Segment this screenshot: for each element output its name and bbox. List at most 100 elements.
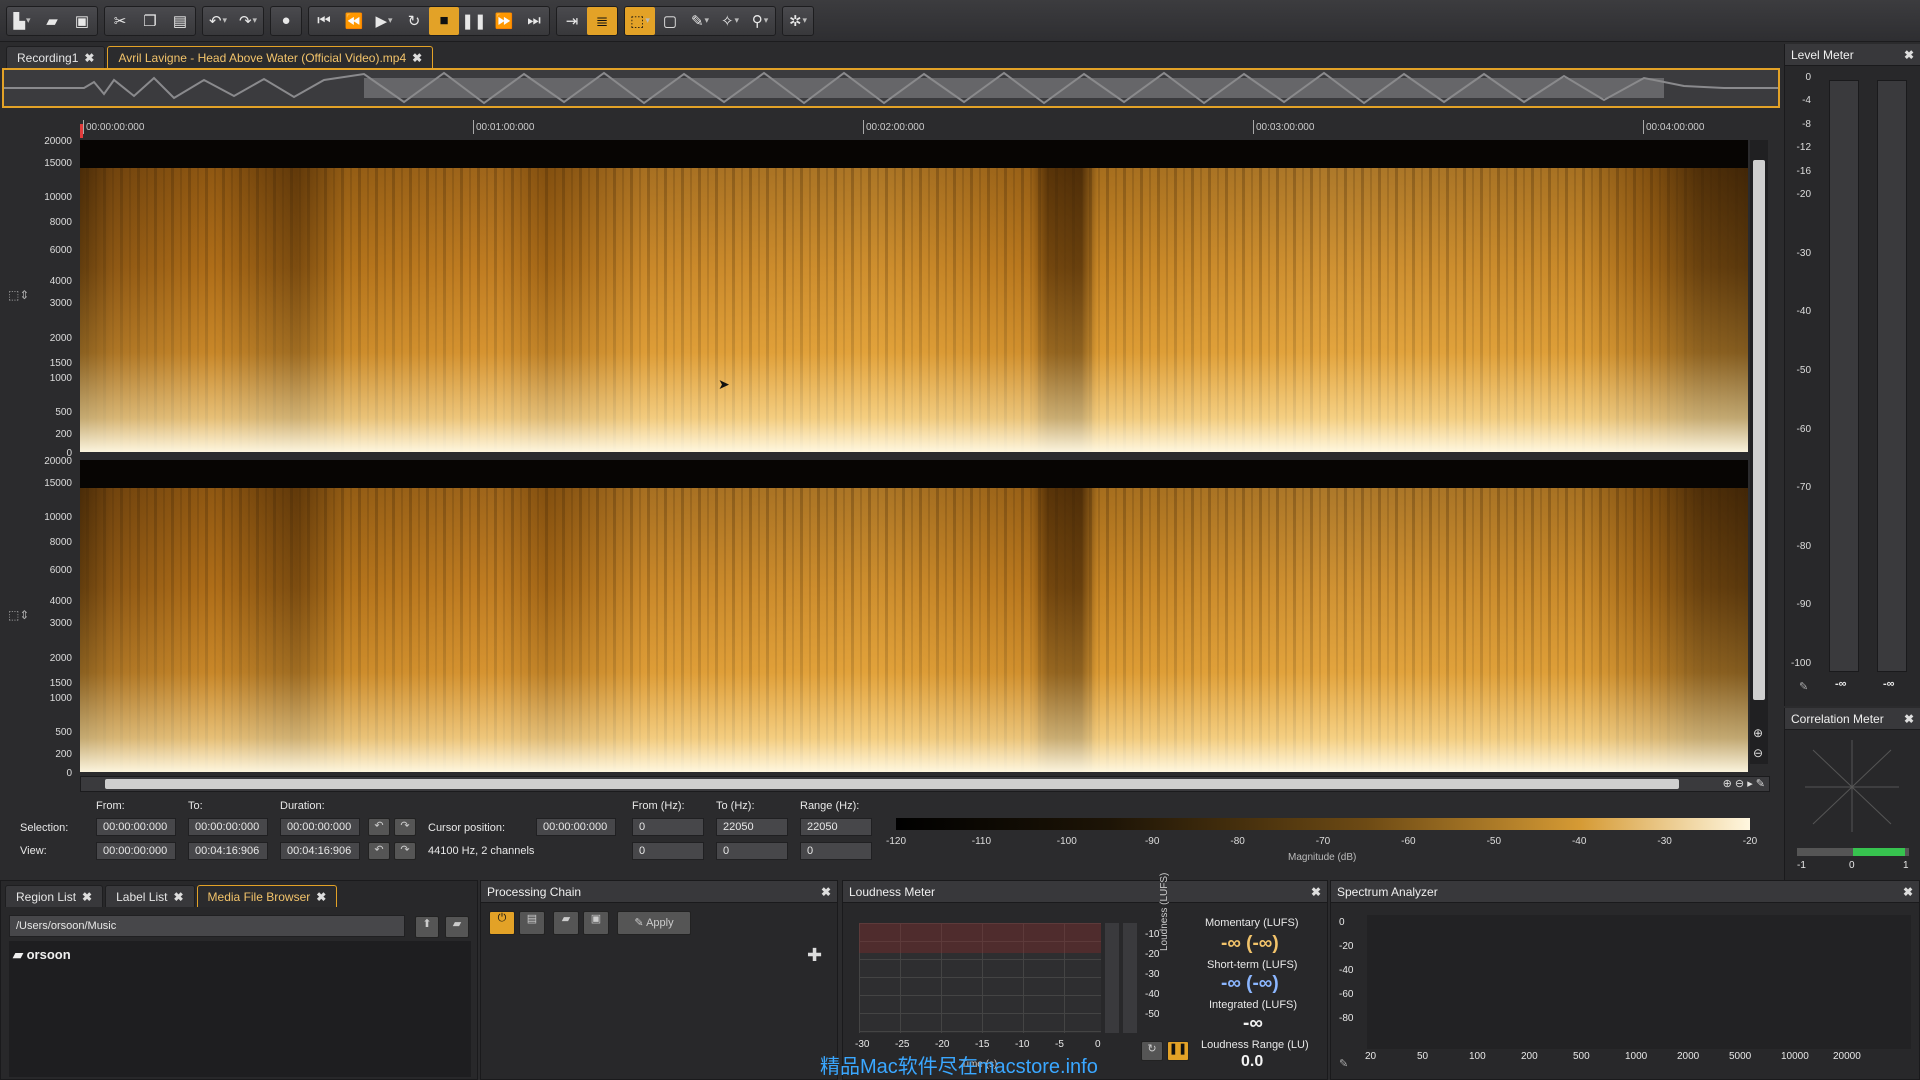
select-tool-icon[interactable]: ⬚ (625, 6, 655, 35)
magnitude-tick: -60 (1401, 836, 1416, 847)
fast-forward-icon[interactable]: ⏩ (489, 7, 519, 35)
selection-to-hz-field[interactable]: 22050 (716, 818, 788, 836)
close-icon[interactable]: ✖ (412, 51, 422, 65)
close-icon[interactable]: ✖ (1904, 712, 1914, 726)
stop-icon[interactable]: ■ (429, 6, 459, 35)
undo-icon[interactable]: ↶ (203, 7, 233, 35)
selection-from-hz-field[interactable]: 0 (632, 818, 704, 836)
add-plus-icon[interactable]: ✚ (807, 945, 822, 966)
close-icon[interactable]: ✖ (1903, 885, 1913, 899)
view-from-hz-field[interactable]: 0 (632, 842, 704, 860)
paste-icon[interactable]: ▤ (165, 7, 195, 35)
view-to-field[interactable]: 00:04:16:906 (188, 842, 268, 860)
tab-file[interactable]: Avril Lavigne - Head Above Water (Offici… (107, 46, 434, 68)
reset-icon[interactable]: ↻ (1141, 1041, 1163, 1061)
level-tick: -40 (1796, 306, 1811, 317)
playhead-marker[interactable] (80, 124, 83, 138)
view-from-field[interactable]: 00:00:00:000 (96, 842, 176, 860)
zoom-controls-icon[interactable]: ⊕ ⊖ ▸ ✎ (1723, 777, 1765, 790)
pause-icon[interactable]: ❚❚ (459, 7, 489, 35)
skip-start-icon[interactable]: ⏮ (309, 7, 339, 35)
clipboard-icon[interactable]: ▤ (519, 911, 545, 935)
selection-to-field[interactable]: 00:00:00:000 (188, 818, 268, 836)
close-icon[interactable]: ✖ (82, 890, 92, 904)
selection-from-field[interactable]: 00:00:00:000 (96, 818, 176, 836)
time-ruler[interactable]: 00:00:00:000 00:01:00:000 00:02:00:000 0… (80, 118, 1778, 140)
loudness-y-tick: -40 (1145, 989, 1160, 1000)
tab-region-list[interactable]: Region List ✖ (5, 885, 104, 907)
copy-icon[interactable]: ❐ (135, 7, 165, 35)
power-icon[interactable]: ⏻ (489, 911, 515, 935)
up-folder-icon[interactable]: ⬆ (415, 916, 439, 938)
media-browser-panel: Region List ✖ Label List ✖ Media File Brow… (0, 880, 478, 1080)
folder-icon[interactable]: ▰ (445, 916, 469, 938)
loudness-x-tick: -25 (895, 1039, 910, 1050)
tab-recording1[interactable]: Recording1 ✖ (6, 46, 106, 68)
magnitude-axis-label: Magnitude (dB) (1288, 852, 1357, 863)
integrated-value: -∞ (1243, 1013, 1263, 1034)
skip-end-icon[interactable]: ⏭ (519, 7, 549, 35)
frequency-tick: 8000 (49, 537, 72, 548)
watermark-text: 精品Mac软件尽在macstore.info (820, 1056, 1098, 1078)
play-icon[interactable]: ▶ (369, 7, 399, 35)
frequency-tick: 500 (55, 407, 72, 418)
folder-item[interactable]: ▰ orsoon (13, 947, 71, 963)
close-icon[interactable]: ✖ (821, 885, 831, 899)
undo-view-icon[interactable]: ↶ (368, 842, 390, 860)
wrench-icon[interactable]: ✎ (1799, 680, 1808, 693)
spectrogram-right-channel[interactable] (80, 460, 1748, 772)
view-to-hz-field[interactable]: 0 (716, 842, 788, 860)
save-icon[interactable]: ▣ (583, 911, 609, 935)
loop-icon[interactable]: ↻ (399, 7, 429, 35)
channel-toggle-icon[interactable]: ⬚⇕ (8, 288, 29, 302)
transport-tools: ⏮ ⏪ ▶ ↻ ■ ❚❚ ⏩ ⏭ (308, 5, 550, 36)
channel-toggle-icon[interactable]: ⬚⇕ (8, 608, 29, 622)
tab-label: Avril Lavigne - Head Above Water (Offici… (118, 50, 407, 65)
follow-icon[interactable]: ⇥ (557, 7, 587, 35)
panel-title: Level Meter (1791, 47, 1854, 62)
tab-media-file-browser[interactable]: Media File Browser ✖ (196, 885, 338, 907)
horizontal-scrollbar[interactable]: ⊕ ⊖ ▸ ✎ (80, 776, 1770, 792)
vertical-scrollbar[interactable]: ⊕ ⊖ (1750, 140, 1768, 764)
zoom-out-icon[interactable]: ⊖ (1753, 746, 1763, 760)
marquee-icon[interactable]: ▢ (655, 7, 685, 35)
record-icon[interactable]: ● (271, 7, 301, 35)
close-icon[interactable]: ✖ (84, 51, 94, 65)
open-folder-icon[interactable]: ▰ (553, 911, 579, 935)
apply-button[interactable]: ✎ Apply (617, 911, 691, 935)
close-icon[interactable]: ✖ (316, 890, 326, 904)
path-select[interactable]: /Users/orsoon/Music (9, 915, 405, 937)
close-icon[interactable]: ✖ (1311, 885, 1321, 899)
settings-tool-icon[interactable]: ✲ (783, 7, 813, 35)
selection-range-hz-field[interactable]: 22050 (800, 818, 872, 836)
close-icon[interactable]: ✖ (1904, 48, 1914, 62)
open-folder-icon[interactable]: ▰ (37, 7, 67, 35)
spectrogram-icon[interactable]: ≣ (587, 6, 617, 35)
close-icon[interactable]: ✖ (173, 890, 183, 904)
view-duration-field[interactable]: 00:04:16:906 (280, 842, 360, 860)
selection-duration-field[interactable]: 00:00:00:000 (280, 818, 360, 836)
pause-icon[interactable]: ❚❚ (1167, 1041, 1189, 1061)
brush-icon[interactable]: ✎ (685, 7, 715, 35)
magnitude-tick: -110 (971, 836, 992, 847)
redo-icon[interactable]: ↷ (233, 7, 263, 35)
redo-view-icon[interactable]: ↷ (394, 842, 416, 860)
zoom-in-icon[interactable]: ⊕ (1753, 726, 1763, 740)
tab-label-list[interactable]: Label List ✖ (105, 885, 195, 907)
undo-selection-icon[interactable]: ↶ (368, 818, 390, 836)
save-icon[interactable]: ▣ (67, 7, 97, 35)
magic-wand-icon[interactable]: ✧ (715, 7, 745, 35)
waveform-overview[interactable] (2, 68, 1780, 108)
file-list (9, 941, 471, 1077)
cut-icon[interactable]: ✂ (105, 7, 135, 35)
rewind-icon[interactable]: ⏪ (339, 7, 369, 35)
wrench-icon[interactable]: ✎ (1339, 1057, 1348, 1070)
new-file-icon[interactable]: ▙ (7, 7, 37, 35)
view-range-hz-field[interactable]: 0 (800, 842, 872, 860)
spectrogram-left-channel[interactable] (80, 140, 1748, 452)
scroll-thumb[interactable] (1753, 160, 1765, 700)
frequency-tick: 200 (55, 429, 72, 440)
scroll-thumb[interactable] (105, 779, 1679, 789)
redo-selection-icon[interactable]: ↷ (394, 818, 416, 836)
zoom-tool-icon[interactable]: ⚲ (745, 7, 775, 35)
